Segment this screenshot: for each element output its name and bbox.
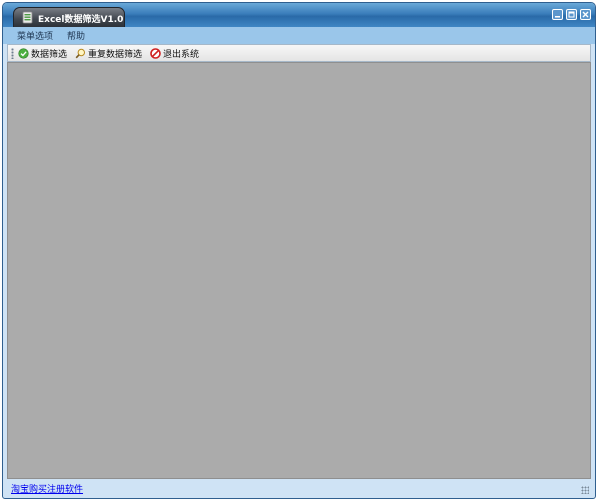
data-filter-button[interactable]: 数据筛选 [18, 47, 67, 60]
title-bar[interactable]: Excel数据筛选V1.0 [3, 3, 595, 27]
app-window: Excel数据筛选V1.0 菜单选项 帮助 数据筛选 重复数据筛选 退出系统 淘… [2, 2, 596, 499]
toolbar: 数据筛选 重复数据筛选 退出系统 [7, 44, 591, 62]
check-circle-icon [18, 47, 29, 59]
app-icon [22, 11, 33, 24]
toolbar-grip[interactable] [11, 47, 14, 59]
maximize-icon [568, 11, 575, 18]
minimize-icon [555, 16, 560, 18]
magnifier-icon [75, 48, 86, 58]
buy-registration-link[interactable]: 淘宝购买注册软件 [11, 482, 83, 495]
close-icon [582, 11, 589, 18]
maximize-button[interactable] [566, 9, 577, 20]
menu-item-options[interactable]: 菜单选项 [17, 29, 53, 42]
minimize-button[interactable] [552, 9, 563, 20]
duplicate-filter-button[interactable]: 重复数据筛选 [75, 47, 142, 60]
menu-item-help[interactable]: 帮助 [67, 29, 85, 42]
window-title: Excel数据筛选V1.0 [38, 15, 124, 25]
menu-bar: 菜单选项 帮助 [3, 27, 595, 44]
title-tab: Excel数据筛选V1.0 [13, 7, 125, 27]
resize-grip[interactable] [581, 486, 589, 494]
status-bar: 淘宝购买注册软件 [7, 480, 591, 496]
mdi-work-area[interactable] [7, 62, 591, 479]
duplicate-filter-label: 重复数据筛选 [88, 49, 143, 60]
window-controls [552, 9, 591, 20]
data-filter-label: 数据筛选 [31, 49, 68, 60]
exit-system-label: 退出系统 [163, 49, 200, 60]
exit-system-button[interactable]: 退出系统 [150, 47, 199, 60]
close-button[interactable] [580, 9, 591, 20]
stop-icon [150, 47, 161, 59]
